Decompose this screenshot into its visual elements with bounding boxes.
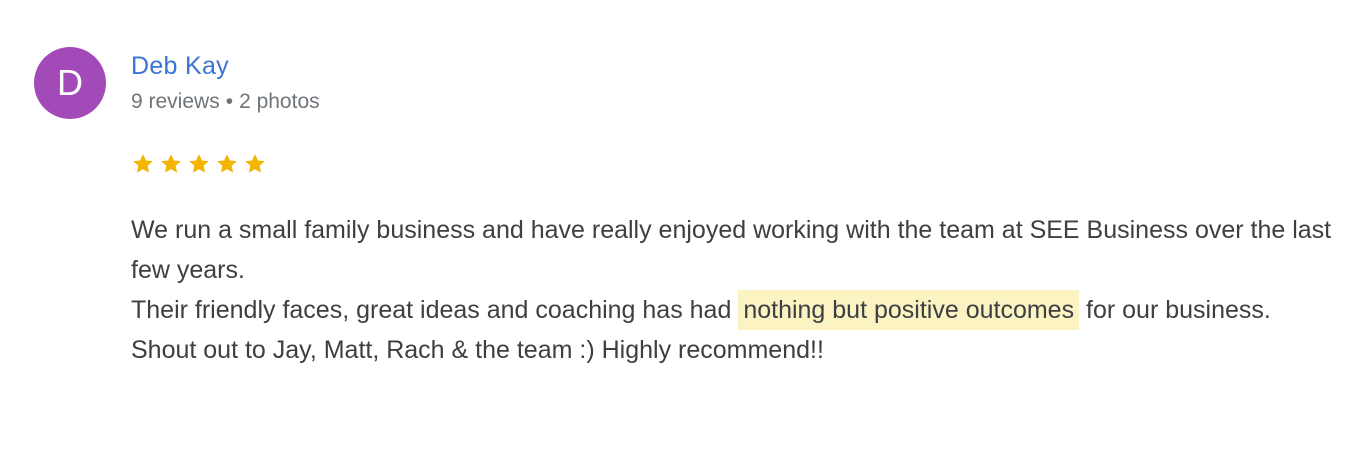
highlighted-phrase: nothing but positive outcomes xyxy=(738,290,1080,330)
review-text-after-highlight: for our business. xyxy=(1079,296,1271,324)
meta-separator: • xyxy=(225,90,234,113)
star-rating xyxy=(131,152,267,176)
reviewer-meta: 9 reviews • 2 photos xyxy=(131,90,320,114)
review-text-before-highlight: Their friendly faces, great ideas and co… xyxy=(131,296,739,324)
review-paragraph-1: We run a small family business and have … xyxy=(131,216,1332,284)
photo-count: 2 photos xyxy=(239,90,320,113)
review-card: D Deb Kay 9 reviews • 2 photos We run a sm… xyxy=(0,0,1372,456)
review-paragraph-2: Their friendly faces, great ideas and co… xyxy=(131,290,1356,330)
review-count: 9 reviews xyxy=(131,90,220,113)
review-paragraph-3: Shout out to Jay, Matt, Rach & the team … xyxy=(131,336,824,364)
reviewer-name[interactable]: Deb Kay xyxy=(131,52,229,81)
star-icon xyxy=(215,152,239,176)
star-icon xyxy=(187,152,211,176)
star-icon xyxy=(131,152,155,176)
avatar[interactable]: D xyxy=(34,47,106,119)
star-icon xyxy=(243,152,267,176)
review-text: We run a small family business and have … xyxy=(131,210,1356,370)
star-icon xyxy=(159,152,183,176)
